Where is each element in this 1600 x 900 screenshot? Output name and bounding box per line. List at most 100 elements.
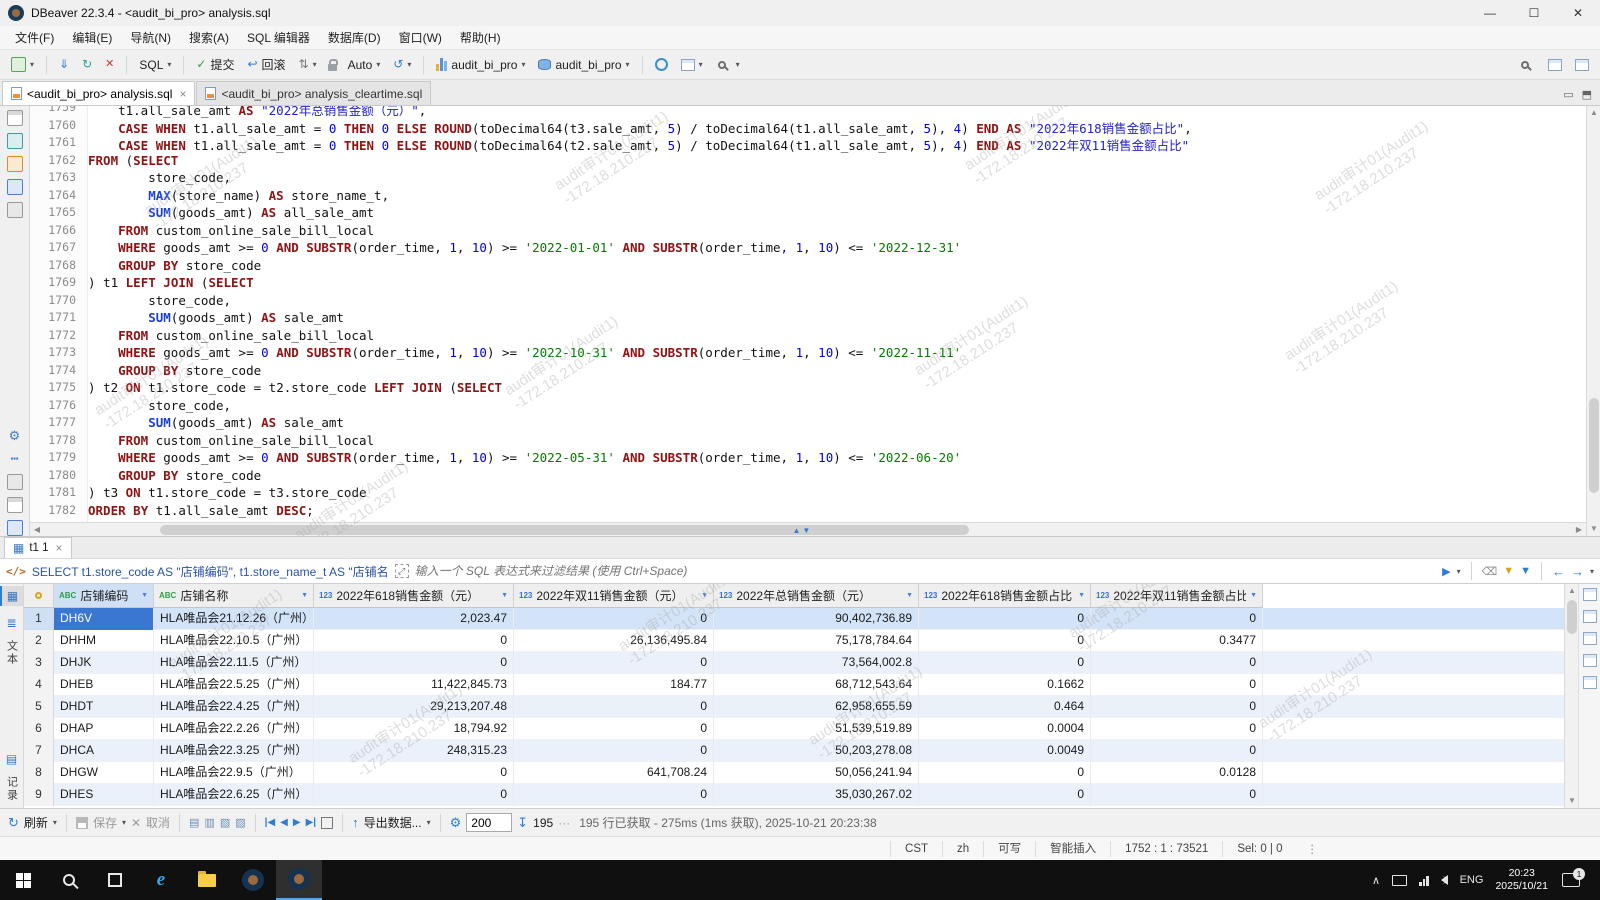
filter-input[interactable]	[415, 564, 1437, 578]
chevron-down-icon[interactable]: ▾	[1590, 567, 1594, 576]
column-menu-icon[interactable]: ▼	[141, 592, 148, 599]
table-cell[interactable]: DHDT	[54, 696, 154, 718]
editor-vertical-scrollbar[interactable]: ▲ ▼	[1586, 106, 1600, 536]
table-cell[interactable]: 0	[1091, 608, 1263, 630]
new-connection-button[interactable]: ▾	[6, 54, 39, 75]
filter-forward-icon[interactable]: →	[1571, 564, 1584, 579]
scroll-right-icon[interactable]: ▶	[1572, 523, 1586, 536]
column-header[interactable]: 1232022年双11销售金额占比▼	[1091, 584, 1263, 608]
transaction-log-button[interactable]: ↺▾	[388, 54, 416, 75]
rollback-button[interactable]: ↩回滚	[242, 53, 290, 76]
results-tab[interactable]: ▦ t1 1 ×	[4, 537, 72, 558]
code-line[interactable]: CASE WHEN t1.all_sale_amt = 0 THEN 0 ELS…	[88, 135, 1586, 153]
connection-selector[interactable]: audit_bi_pro▾	[431, 55, 530, 75]
overflow-menu-icon[interactable]: ···	[558, 816, 570, 830]
chevron-down-icon[interactable]: ▾	[427, 818, 431, 827]
code-line[interactable]: GROUP BY store_code	[88, 363, 1586, 381]
table-cell[interactable]: 0.0004	[919, 718, 1091, 740]
table-row[interactable]: 2DHHMHLA唯品会22.10.5（广州）026,136,495.8475,1…	[24, 630, 1564, 652]
table-cell[interactable]: 0	[1091, 674, 1263, 696]
commit-button[interactable]: ✓提交	[191, 53, 239, 76]
table-cell[interactable]: 0.3477	[1091, 630, 1263, 652]
input-language[interactable]: ENG	[1460, 874, 1484, 886]
commit-mode-dropdown[interactable]: Auto▾	[343, 55, 386, 75]
file-explorer-button[interactable]	[184, 860, 230, 900]
fetch-size-input[interactable]	[466, 813, 512, 832]
code-line[interactable]: FROM (SELECT	[88, 153, 1586, 171]
close-button[interactable]: ✕	[1556, 0, 1600, 26]
menu-item[interactable]: 窗口(W)	[390, 26, 451, 49]
table-cell[interactable]: 641,708.24	[514, 762, 714, 784]
last-row-icon[interactable]: ▶|	[306, 817, 317, 828]
table-cell[interactable]: HLA唯品会22.5.25（广州）	[154, 674, 314, 696]
editor-tab[interactable]: <audit_bi_pro> analysis_cleartime.sql	[196, 81, 431, 105]
code-line[interactable]: store_code,	[88, 170, 1586, 188]
code-line[interactable]: GROUP BY store_code	[88, 468, 1586, 486]
table-cell[interactable]: 0	[1091, 718, 1263, 740]
code-line[interactable]: FROM custom_online_sale_bill_local	[88, 433, 1586, 451]
table-cell[interactable]: 184.77	[514, 674, 714, 696]
more-options-icon[interactable]: ┅	[11, 451, 19, 467]
table-cell[interactable]: 0	[1091, 740, 1263, 762]
sql-editor[interactable]: 1759176017611762176317641765176617671768…	[30, 106, 1586, 536]
table-cell[interactable]: 50,056,241.94	[714, 762, 919, 784]
table-cell[interactable]: 62,958,655.59	[714, 696, 919, 718]
menu-item[interactable]: 编辑(E)	[63, 26, 121, 49]
first-row-icon[interactable]: |◀	[265, 817, 276, 828]
refresh-icon[interactable]: ↻	[8, 815, 19, 831]
text-view-icon[interactable]: ≣	[6, 616, 16, 630]
table-cell[interactable]: 0	[514, 718, 714, 740]
collapsed-panel-icon[interactable]	[7, 133, 23, 149]
touch-keyboard-icon[interactable]	[1392, 875, 1407, 886]
table-cell[interactable]: HLA唯品会22.9.5（广州）	[154, 762, 314, 784]
scroll-left-icon[interactable]: ◀	[30, 523, 44, 536]
save-script-icon[interactable]	[7, 497, 23, 513]
menu-item[interactable]: 数据库(D)	[319, 26, 390, 49]
row-number[interactable]: 8	[24, 762, 54, 784]
code-line[interactable]: ORDER BY t1.all_sale_amt DESC;	[88, 503, 1586, 521]
transaction-mode-dropdown[interactable]: ⇅▾	[294, 54, 322, 75]
minimize-panel-icon[interactable]: ▭	[1563, 88, 1573, 101]
table-cell[interactable]: 11,422,845.73	[314, 674, 514, 696]
database-selector[interactable]: audit_bi_pro▾	[533, 55, 634, 75]
code-line[interactable]: ) t2 ON t1.store_code = t2.store_code LE…	[88, 380, 1586, 398]
ie-taskbar-button[interactable]: e	[138, 860, 184, 900]
references-panel-icon[interactable]	[1583, 654, 1597, 667]
start-button[interactable]	[0, 860, 46, 900]
table-cell[interactable]: 0.0128	[1091, 762, 1263, 784]
chevron-down-icon[interactable]: ▾	[122, 818, 126, 827]
table-cell[interactable]: 0	[314, 784, 514, 806]
code-line[interactable]: WHERE goods_amt >= 0 AND SUBSTR(order_ti…	[88, 345, 1586, 363]
apply-filter-icon[interactable]: ▶	[1442, 565, 1450, 578]
go-to-row-icon[interactable]	[321, 817, 333, 829]
table-cell[interactable]: 0.464	[919, 696, 1091, 718]
value-panel-icon[interactable]	[1583, 588, 1597, 601]
code-lines[interactable]: t1.all_sale_amt AS "2022年总销售金额（元）", CASE…	[88, 106, 1586, 522]
chevron-down-icon[interactable]: ▾	[1457, 567, 1461, 576]
minimize-button[interactable]: —	[1468, 0, 1512, 26]
global-search-button[interactable]	[1514, 56, 1540, 74]
filter-funnel-icon[interactable]: ▼	[1520, 565, 1531, 577]
table-cell[interactable]: 0	[919, 652, 1091, 674]
table-cell[interactable]: 0	[919, 608, 1091, 630]
statusbar-more-icon[interactable]: ⋮	[1297, 842, 1331, 856]
cancel-button[interactable]: 取消	[146, 814, 170, 831]
code-line[interactable]: SUM(goods_amt) AS all_sale_amt	[88, 205, 1586, 223]
table-cell[interactable]: HLA唯品会22.11.5（广州）	[154, 652, 314, 674]
column-header[interactable]: 1232022年618销售金额（元）▼	[314, 584, 514, 608]
dbeaver-taskbar-button[interactable]	[230, 860, 276, 900]
perspective-button[interactable]	[1543, 56, 1567, 74]
aggregate-panel-icon[interactable]	[1583, 632, 1597, 645]
table-row[interactable]: 5DHDTHLA唯品会22.4.25（广州）29,213,207.48062,9…	[24, 696, 1564, 718]
save-button[interactable]: 保存	[93, 814, 117, 831]
clear-filter-icon[interactable]: ⌫	[1482, 565, 1498, 578]
table-cell[interactable]: 75,178,784.64	[714, 630, 919, 652]
maximize-button[interactable]: ☐	[1512, 0, 1556, 26]
compare-button[interactable]	[650, 55, 673, 74]
table-cell[interactable]: 26,136,495.84	[514, 630, 714, 652]
scroll-down-icon[interactable]: ▼	[1587, 522, 1600, 536]
menu-item[interactable]: SQL 编辑器	[238, 26, 319, 49]
export-button[interactable]: 导出数据...	[364, 814, 422, 831]
next-row-icon[interactable]: ▶	[293, 817, 301, 828]
table-row[interactable]: 9DHESHLA唯品会22.6.25（广州）0035,030,267.0200	[24, 784, 1564, 806]
